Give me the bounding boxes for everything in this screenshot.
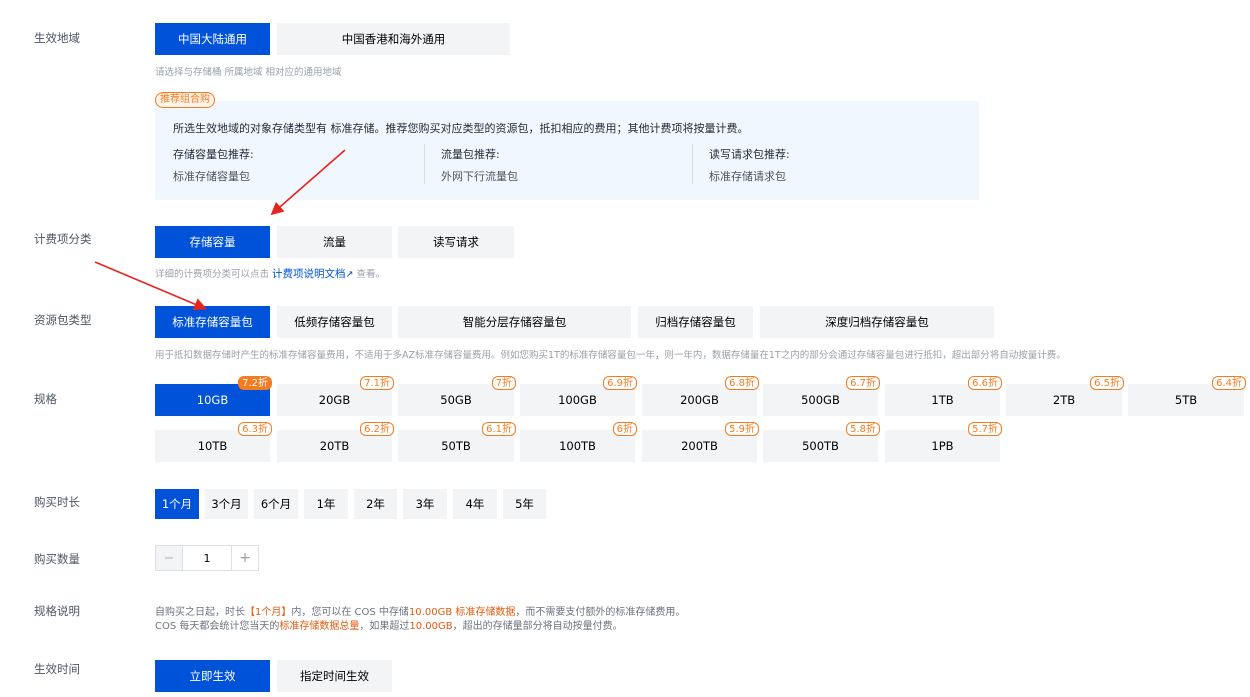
annotation-arrows	[94, 149, 346, 311]
annotation-arrow	[270, 149, 346, 216]
annotation-arrow	[94, 261, 207, 311]
